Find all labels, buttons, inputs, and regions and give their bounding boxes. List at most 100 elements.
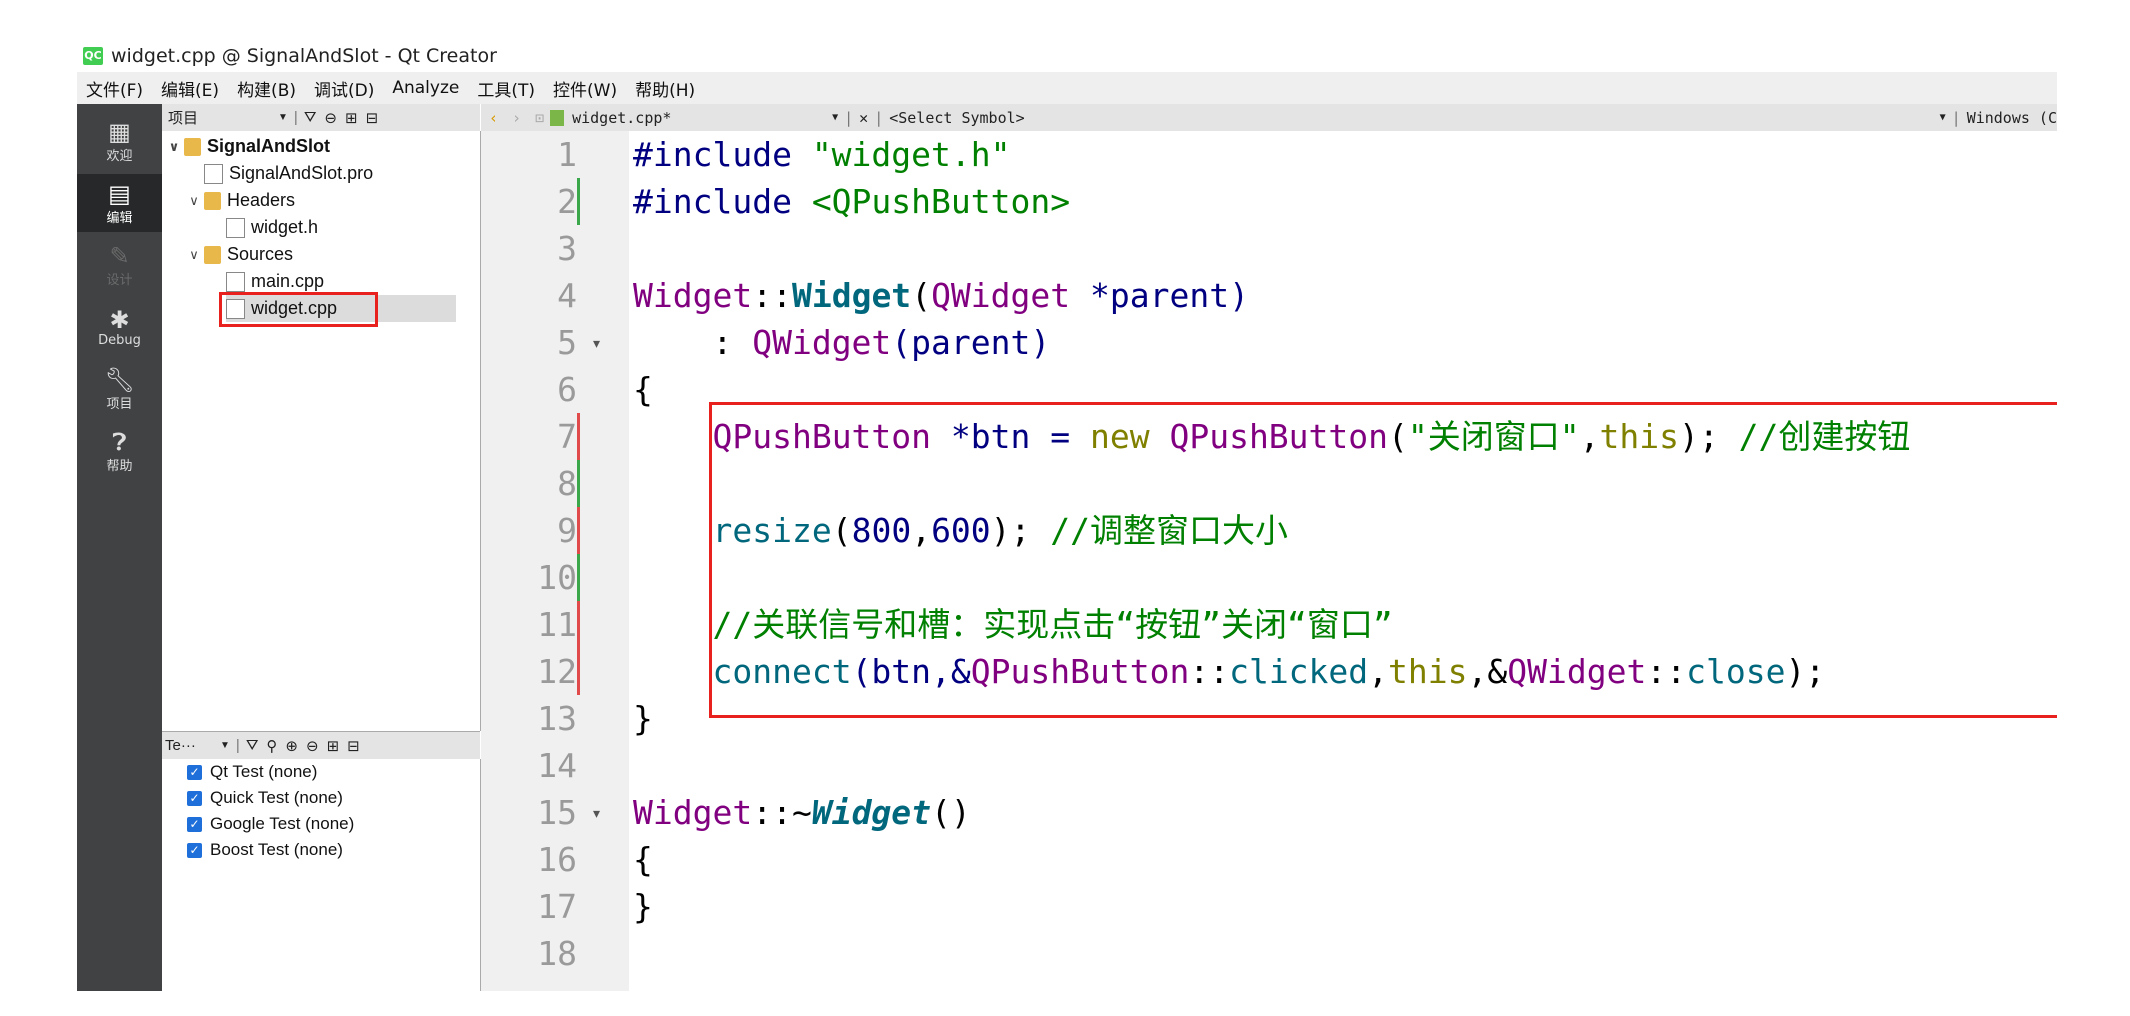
line-number: 11 [537,605,577,644]
string-token: "widget.h" [811,135,1011,174]
mode-design-label: 设计 [106,272,133,288]
back-arrow-icon[interactable]: ‹ [489,109,498,127]
checkbox-checked-icon[interactable]: ✓ [187,842,202,858]
code-line: } [633,887,653,926]
param-token: *parent) [1070,276,1249,315]
punct-token: : [633,323,753,362]
code-editor[interactable]: #include "widget.h" #include <QPushButto… [629,131,2057,991]
chevron-down-icon[interactable]: ▼ [278,112,288,123]
split-icon[interactable]: ⊞ [327,737,340,755]
line-number: 15 [537,793,577,832]
tests-panel-toolbar: Te··· ▼ | ⛛ ⚲ ⊕ ⊖ ⊞ ⊟ [162,731,480,760]
tree-item-pro[interactable]: SignalAndSlot.pro [204,160,373,187]
menu-help[interactable]: 帮助(H) [626,76,704,101]
split-icon[interactable]: ⊞ [345,109,358,127]
line-number: 10 [537,558,577,597]
mode-debug[interactable]: ✱ Debug [77,298,162,356]
close-document-icon[interactable]: ✕ [859,109,868,127]
change-marker [577,460,580,507]
project-folder-icon [184,137,201,156]
chevron-down-icon[interactable]: ∨ [164,139,184,155]
chevron-down-icon[interactable]: ∨ [184,247,204,263]
chevron-down-icon[interactable]: ▼ [832,112,838,123]
window-title: widget.cpp @ SignalAndSlot - Qt Creator [111,44,497,67]
open-document-selector[interactable]: widget.cpp* [572,109,832,127]
folder-icon [204,191,221,210]
menu-tools[interactable]: 工具(T) [468,76,544,101]
chevron-down-icon[interactable]: ▼ [1940,112,1946,123]
punct-token: () [931,793,971,832]
tree-item-widget-h[interactable]: widget.h [226,214,318,241]
line-number: 6 [557,370,577,409]
test-item-label: Quick Test (none) [210,788,343,807]
collapse-icon[interactable]: ⊖ [306,737,319,755]
tree-item-label: SignalAndSlot.pro [229,163,374,183]
mode-edit[interactable]: ▤ 编辑 [77,174,162,232]
mode-design[interactable]: ✎ 设计 [77,236,162,294]
menu-debug[interactable]: 调试(D) [305,76,383,101]
fold-arrow-icon[interactable]: ▾ [593,335,600,352]
close-panel-icon[interactable]: ⊟ [366,109,379,127]
tests-list: ✓ Qt Test (none) ✓ Quick Test (none) ✓ G… [162,759,481,991]
test-item-google[interactable]: ✓ Google Test (none) [162,811,480,837]
tree-item-label: Headers [227,190,296,210]
mode-projects-label: 项目 [106,396,133,412]
mode-debug-label: Debug [98,332,141,348]
checkbox-checked-icon[interactable]: ✓ [187,764,202,780]
filter-icon[interactable]: ⛛ [246,737,259,754]
forward-arrow-icon[interactable]: › [512,109,521,127]
line-number: 1 [557,135,577,174]
chevron-down-icon[interactable]: ∨ [184,193,204,209]
line-number: 4 [557,276,577,315]
param-token: (parent) [891,323,1051,362]
mode-welcome[interactable]: ▦ 欢迎 [77,112,162,170]
test-item-boost[interactable]: ✓ Boost Test (none) [162,837,480,863]
line-number: 2 [557,182,577,221]
test-item-label: Boost Test (none) [210,840,343,859]
preprocessor-token: #include [633,135,812,174]
menu-analyze[interactable]: Analyze [383,78,468,98]
menu-build[interactable]: 构建(B) [228,76,305,101]
tree-item-sources[interactable]: ∨ Sources [184,241,293,268]
close-panel-icon[interactable]: ⊟ [347,737,360,755]
editor-toolbar: ‹ › ⊡ widget.cpp* ▼ | ✕ | <Select Symbol… [481,104,2057,132]
test-item-qt[interactable]: ✓ Qt Test (none) [162,759,480,785]
line-number: 16 [537,840,577,879]
expand-icon[interactable]: ⊕ [285,737,298,755]
line-number: 8 [557,464,577,503]
mode-help[interactable]: ❓︎ 帮助 [77,422,162,480]
menu-controls[interactable]: 控件(W) [544,76,626,101]
function-token: Widget [811,793,932,832]
symbol-selector[interactable]: <Select Symbol> [889,109,1939,127]
checkbox-checked-icon[interactable]: ✓ [187,816,202,832]
change-marker [577,413,580,460]
chevron-down-icon[interactable]: ▼ [220,740,230,751]
tests-view-selector[interactable]: Te··· [165,737,220,754]
tree-item-headers[interactable]: ∨ Headers [184,187,295,214]
run-icon[interactable]: ⚲ [266,737,277,755]
cpp-file-icon [550,109,565,126]
qt-creator-logo-icon: QC [83,46,103,65]
test-item-quick[interactable]: ✓ Quick Test (none) [162,785,480,811]
tree-item-main-cpp[interactable]: main.cpp [226,268,324,295]
checkbox-checked-icon[interactable]: ✓ [187,790,202,806]
tree-item-project[interactable]: ∨ SignalAndSlot [164,133,330,160]
mode-projects[interactable]: 🔧︎ 项目 [77,360,162,418]
tree-item-label: widget.h [251,217,319,237]
punct-token: ( [911,276,932,315]
menu-edit[interactable]: 编辑(E) [152,76,228,101]
code-line: #include "widget.h" [633,131,1011,178]
line-number: 7 [557,417,577,456]
fold-arrow-icon[interactable]: ▾ [593,805,600,822]
tree-item-label: SignalAndSlot [207,136,330,156]
line-ending-selector[interactable]: Windows (C [1967,109,2057,127]
mode-edit-label: 编辑 [106,210,133,226]
project-view-selector[interactable]: 项目 [168,107,278,128]
bug-icon: ✱ [109,305,130,334]
filter-icon[interactable]: ⛛ [304,109,317,126]
change-marker [577,601,580,648]
menu-file[interactable]: 文件(F) [77,76,152,101]
link-icon[interactable]: ⊖ [324,109,337,127]
